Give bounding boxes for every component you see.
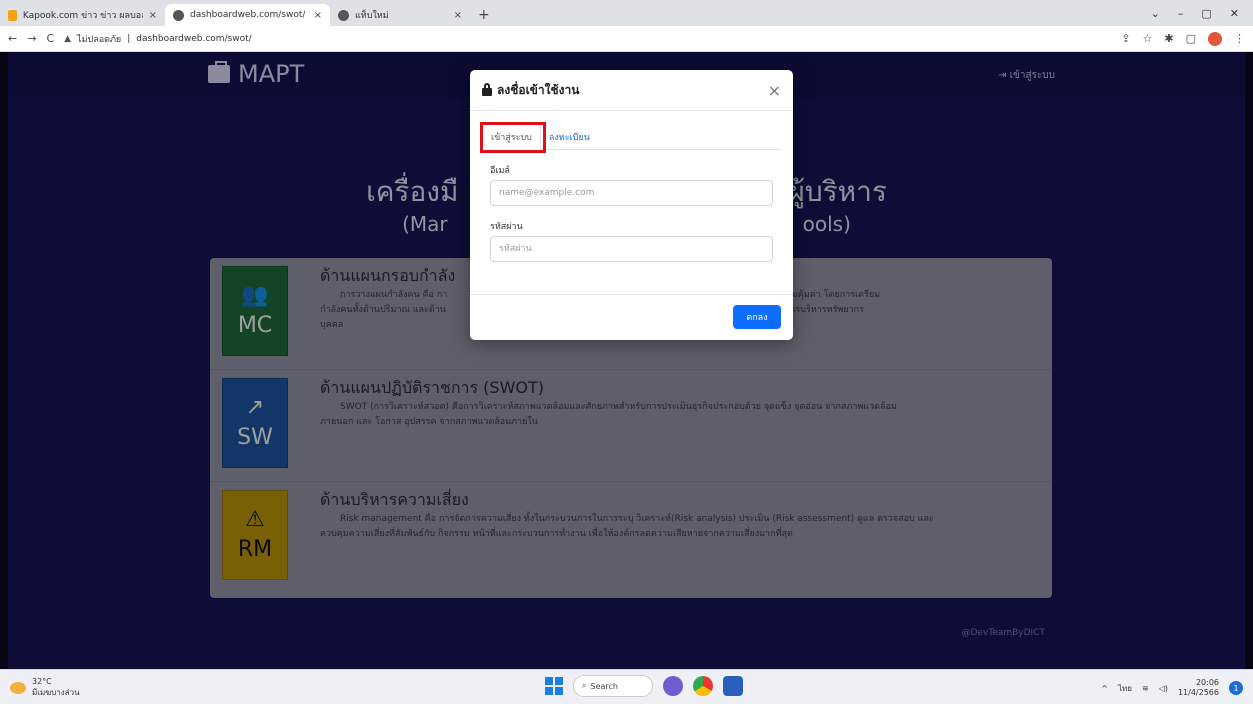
email-label: อีเมล์ (490, 166, 510, 176)
close-window-button[interactable]: ✕ (1230, 7, 1239, 20)
modal-title-text: ลงชื่อเข้าใช้งาน (497, 82, 580, 97)
extensions-icon[interactable]: ✱ (1164, 32, 1173, 45)
url-field[interactable]: ▲ ไม่ปลอดภัย | dashboardweb.com/swot/ (64, 32, 252, 46)
address-bar: ← → C ▲ ไม่ปลอดภัย | dashboardweb.com/sw… (0, 26, 1253, 52)
tab-close-button[interactable]: × (314, 10, 322, 21)
menu-icon[interactable]: ⋮ (1234, 32, 1245, 45)
chevron-up-icon[interactable]: ^ (1101, 684, 1108, 693)
globe-favicon-icon (338, 9, 349, 21)
password-label: รหัสผ่าน (490, 222, 523, 232)
email-field[interactable] (490, 180, 773, 206)
word-icon[interactable] (723, 676, 743, 696)
sidebar-icon[interactable]: ▢ (1186, 32, 1196, 45)
tab-close-button[interactable]: × (454, 10, 462, 21)
share-icon[interactable]: ⇪ (1121, 32, 1130, 45)
search-label: Search (590, 681, 618, 691)
tab-search-icon[interactable]: ⌄ (1151, 7, 1160, 20)
star-icon[interactable]: ☆ (1143, 32, 1153, 45)
taskbar-search[interactable]: ⌕ Search (573, 675, 653, 697)
wifi-icon[interactable]: ≋ (1142, 684, 1149, 693)
language-indicator[interactable]: ไทย (1118, 682, 1132, 695)
browser-tab-bar: Kapook.com ข่าว ข่าว ผลบอล ดูดวง × dashb… (0, 0, 1253, 26)
chat-icon[interactable] (663, 676, 683, 696)
weather-desc: มีเมฆบางส่วน (32, 688, 80, 697)
tab-title: dashboardweb.com/swot/ (190, 10, 306, 20)
back-icon[interactable]: ← (8, 32, 17, 45)
clock-time: 20:06 (1195, 678, 1219, 687)
search-icon: ⌕ (582, 681, 587, 690)
taskbar-apps: ⌕ Search (545, 675, 743, 697)
weather-widget[interactable]: 32°C มีเมฆบางส่วน (10, 677, 80, 699)
profile-avatar-icon[interactable] (1208, 31, 1222, 46)
close-icon[interactable]: × (768, 81, 781, 100)
security-label: ไม่ปลอดภัย (77, 34, 122, 45)
modal-title: ลงชื่อเข้าใช้งาน (482, 81, 579, 100)
globe-favicon-icon (173, 9, 184, 21)
system-tray: ^ ไทย ≋ ◁) 20:06 11/4/2566 1 (1101, 678, 1243, 698)
tab-title: แท็บใหม่ (355, 11, 389, 21)
warning-icon: ▲ (64, 33, 72, 44)
weather-icon (10, 682, 26, 694)
modal-header: ลงชื่อเข้าใช้งาน × (470, 70, 793, 111)
modal-footer: ตกลง (470, 294, 793, 340)
minimize-button[interactable]: – (1178, 7, 1184, 20)
lock-icon (482, 83, 492, 96)
clock[interactable]: 20:06 11/4/2566 (1178, 678, 1219, 698)
password-field[interactable] (490, 236, 773, 262)
highlight-box (480, 122, 546, 153)
start-icon[interactable] (545, 677, 563, 695)
ok-button[interactable]: ตกลง (733, 305, 781, 329)
browser-tab-kapook[interactable]: Kapook.com ข่าว ข่าว ผลบอล ดูดวง × (0, 4, 165, 26)
tab-register[interactable]: ลงทะเบียน (541, 124, 598, 150)
url-separator: | (127, 33, 131, 44)
login-modal: ลงชื่อเข้าใช้งาน × เข้าสู่ระบบ ลงทะเบียน… (470, 70, 793, 340)
windows-taskbar: 32°C มีเมฆบางส่วน ⌕ Search ^ ไทย ≋ ◁) 20… (0, 669, 1253, 704)
tab-title: Kapook.com ข่าว ข่าว ผลบอล ดูดวง (22, 11, 143, 21)
maximize-button[interactable]: ▢ (1201, 7, 1211, 20)
new-tab-button[interactable]: + (470, 4, 498, 26)
url-text: dashboardweb.com/swot/ (136, 33, 252, 44)
weather-temp: 32°C (32, 677, 52, 686)
clock-date: 11/4/2566 (1177, 688, 1219, 697)
window-controls: ⌄ – ▢ ✕ (1151, 0, 1253, 26)
tab-close-button[interactable]: × (149, 10, 157, 21)
chrome-icon[interactable] (693, 676, 713, 696)
browser-actions: ⇪ ☆ ✱ ▢ ⋮ (1121, 31, 1245, 46)
notification-badge[interactable]: 1 (1229, 681, 1243, 695)
volume-icon[interactable]: ◁) (1159, 684, 1168, 693)
reload-icon[interactable]: C (46, 32, 54, 45)
forward-icon[interactable]: → (27, 32, 36, 45)
browser-tab-dashboard[interactable]: dashboardweb.com/swot/ × (165, 4, 330, 26)
browser-tab-new[interactable]: แท็บใหม่ × (330, 4, 470, 26)
kapook-favicon-icon (8, 9, 17, 21)
